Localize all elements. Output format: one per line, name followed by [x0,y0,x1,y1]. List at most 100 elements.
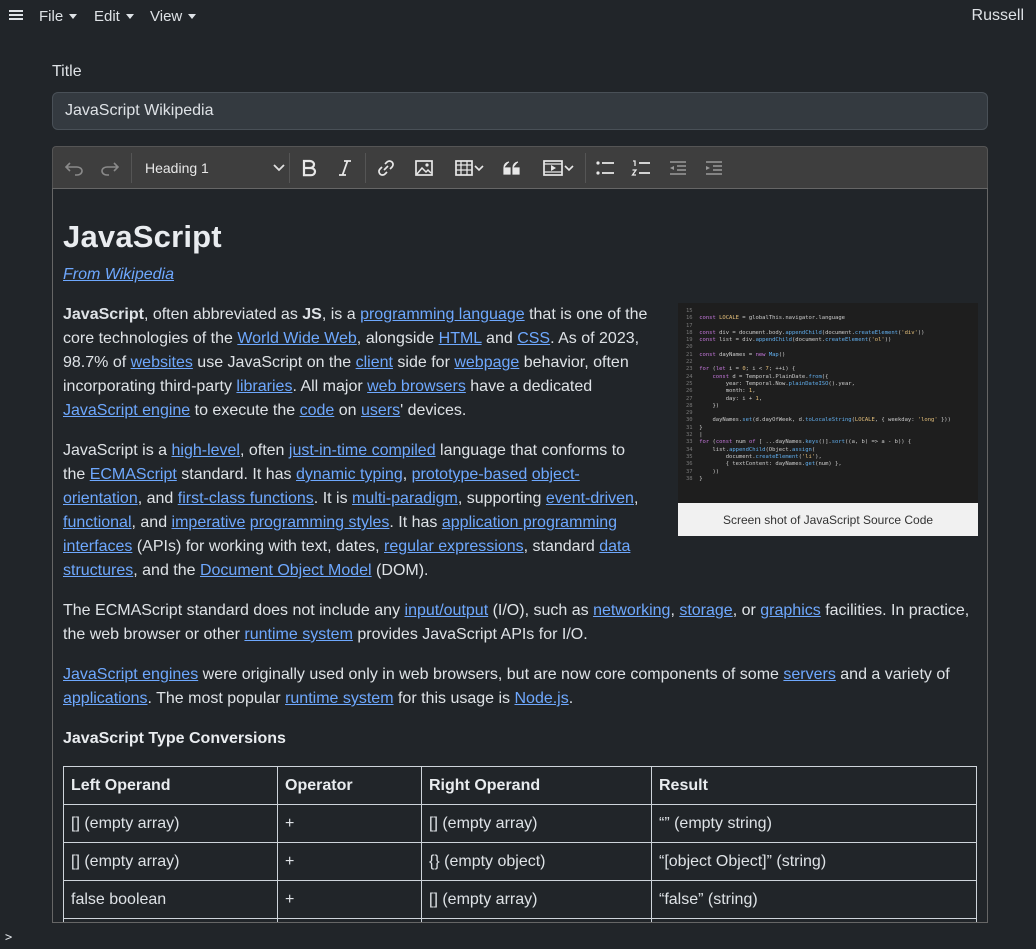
wiki-link[interactable]: ECMAScript [90,466,177,483]
wiki-link[interactable]: graphics [760,602,820,619]
paragraph-intro: JavaScript, often abbreviated as JS, is … [63,306,648,419]
heading-dropdown[interactable]: Heading 1 [145,155,285,181]
wiki-link[interactable]: networking [593,602,670,619]
image-icon[interactable] [413,155,435,181]
table-row: [] (empty array) + {} (empty object) “[o… [63,842,977,881]
wiki-link[interactable]: functional [63,514,132,531]
file-menu-label: File [39,8,64,25]
insert-table-button[interactable] [449,155,489,181]
paragraph-engines: JavaScript engines were originally used … [63,666,950,707]
wiki-link[interactable]: event-driven [546,490,634,507]
wiki-link[interactable]: programming styles [250,514,390,531]
wiki-link[interactable]: World Wide Web [237,330,356,347]
bulleted-list-icon[interactable] [594,155,616,181]
bold-term: JS [302,306,322,323]
numbered-list-icon[interactable] [630,155,652,181]
table-heading: JavaScript Type Conversions [63,730,286,747]
table-row: false boolean + [] (empty array) “false”… [63,880,977,919]
wiki-link[interactable]: just-in-time compiled [289,442,436,459]
wiki-link[interactable]: servers [783,666,835,683]
wiki-link[interactable]: multi-paradigm [352,490,458,507]
source-link[interactable]: From Wikipedia [63,266,174,284]
wiki-link[interactable]: object- [532,466,580,483]
menu-bar: File Edit View Russell [0,0,1036,33]
table-cell: “” (empty string) [651,804,977,843]
console-prompt[interactable]: > [5,930,12,944]
wiki-link[interactable]: JavaScript engine [63,402,190,419]
wiki-link[interactable]: runtime system [285,690,393,707]
wiki-link[interactable]: data [599,538,630,555]
wiki-link[interactable]: JavaScript engines [63,666,198,683]
file-menu[interactable]: File [39,8,78,25]
edit-menu[interactable]: Edit [94,8,134,25]
chevron-down-icon [188,14,197,19]
title-input[interactable] [52,92,988,130]
paragraph-features: JavaScript is a high-level, often just-i… [63,442,639,579]
wiki-link[interactable]: users [361,402,400,419]
wiki-link[interactable]: programming language [360,306,525,323]
indent-icon[interactable] [703,155,725,181]
redo-icon[interactable] [99,155,121,181]
italic-icon[interactable] [335,155,355,181]
wiki-link[interactable]: first-class functions [178,490,314,507]
rich-text-editor[interactable]: JavaScript From Wikipedia JavaScript, of… [52,188,988,923]
wiki-link[interactable]: Node.js [514,690,568,707]
toolbar-divider [131,153,132,183]
media-icon [543,160,563,176]
chevron-down-icon [474,165,484,172]
user-name[interactable]: Russell [972,7,1024,25]
table-cell: + [277,804,422,843]
edit-menu-label: Edit [94,8,120,25]
wiki-link[interactable]: web browsers [367,378,466,395]
wiki-link[interactable]: storage [679,602,732,619]
wiki-link[interactable]: structures [63,562,133,579]
view-menu[interactable]: View [150,8,197,25]
bold-icon[interactable] [299,155,319,181]
wiki-link[interactable]: Document Object Model [200,562,372,579]
bold-term: JavaScript [63,306,144,323]
blockquote-icon[interactable] [501,155,523,181]
table-cell [651,918,977,922]
table-cell: + [277,842,422,881]
wiki-link[interactable]: prototype-based [412,466,528,483]
wiki-link[interactable]: runtime system [244,626,352,643]
wiki-link[interactable]: webpage [454,354,519,371]
column-header: Result [651,766,977,805]
table-icon [455,160,473,176]
table-row: [] (empty array) + [] (empty array) “” (… [63,804,977,843]
title-label: Title [52,63,82,80]
wiki-link[interactable]: HTML [439,330,482,347]
table-cell: + [277,880,422,919]
column-header: Left Operand [63,766,278,805]
wiki-link[interactable]: orientation [63,490,138,507]
link-icon[interactable] [375,155,397,181]
wiki-link[interactable]: websites [131,354,193,371]
wiki-link[interactable]: code [300,402,335,419]
hamburger-menu-icon[interactable] [9,8,23,22]
wiki-link[interactable]: high-level [171,442,239,459]
table-cell: [] (empty array) [63,804,278,843]
wiki-link[interactable]: dynamic typing [296,466,403,483]
type-conversion-table: Left Operand Operator Right Operand Resu… [63,766,977,922]
wiki-link[interactable]: input/output [405,602,489,619]
editor-toolbar: Heading 1 [52,146,988,188]
figure-caption: Screen shot of JavaScript Source Code [678,503,978,536]
source-code-figure: 15 16 const LOCALE = globalThis.navigato… [678,303,978,536]
wiki-link[interactable]: client [356,354,393,371]
wiki-link[interactable]: libraries [236,378,292,395]
table-cell [421,918,652,922]
undo-icon[interactable] [63,155,85,181]
wiki-link[interactable]: regular expressions [384,538,524,555]
insert-media-button[interactable] [537,155,579,181]
wiki-link[interactable]: CSS [517,330,550,347]
table-cell [277,918,422,922]
table-cell: [] (empty array) [63,842,278,881]
wiki-link[interactable]: imperative [172,514,246,531]
wiki-link[interactable]: applications [63,690,148,707]
wiki-link[interactable]: application programming [442,514,617,531]
wiki-link[interactable]: interfaces [63,538,132,555]
chevron-down-icon [273,164,285,172]
table-cell: {} (empty object) [421,842,652,881]
outdent-icon[interactable] [667,155,689,181]
table-cell: false boolean [63,880,278,919]
